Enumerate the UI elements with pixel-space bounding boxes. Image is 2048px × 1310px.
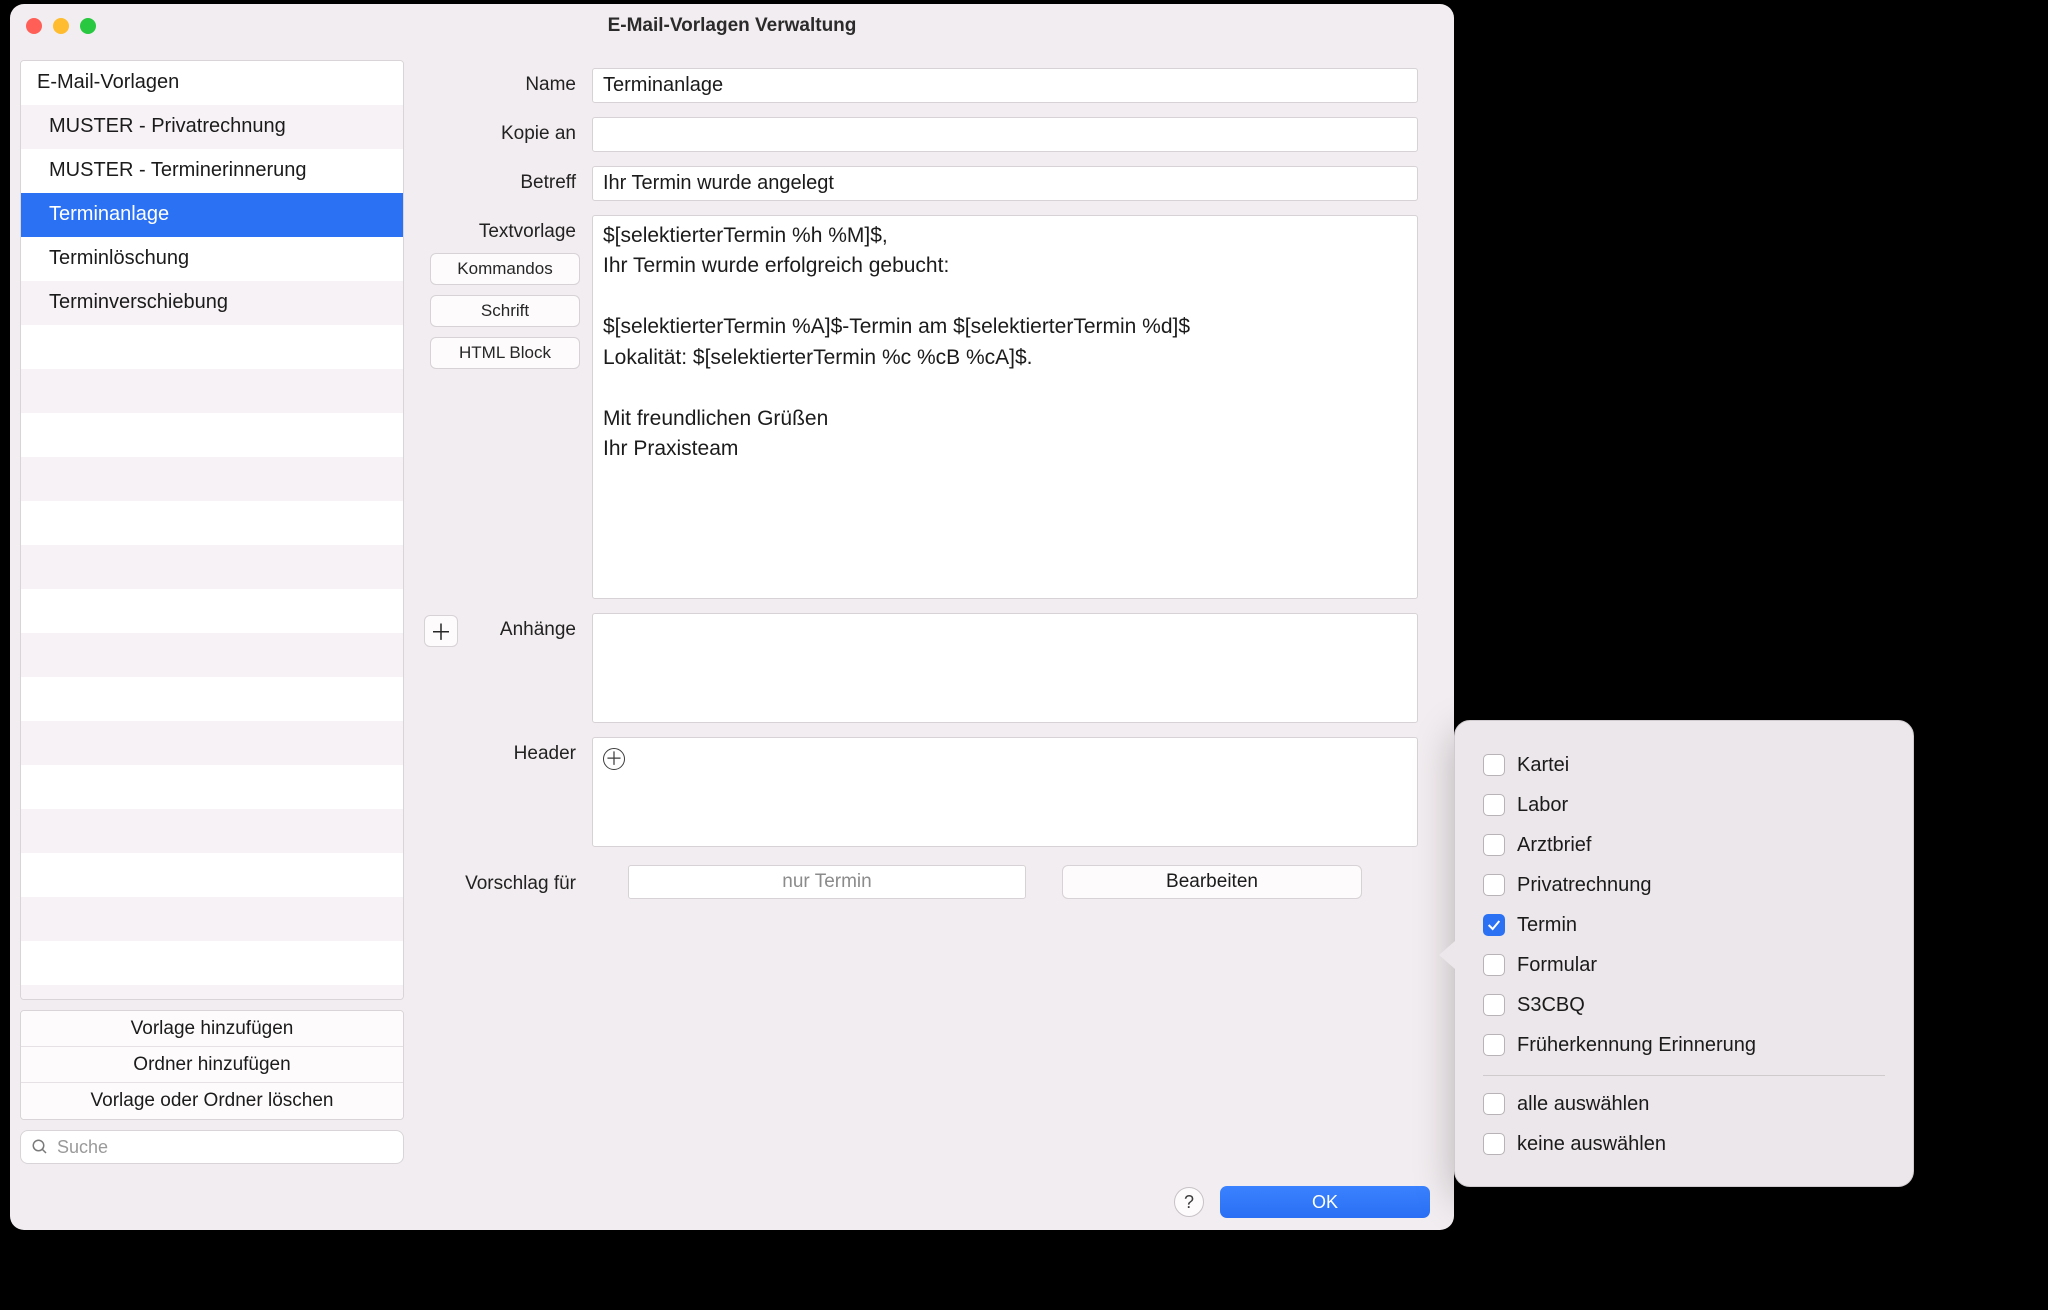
titlebar: E-Mail-Vorlagen Verwaltung <box>10 4 1454 48</box>
add-folder-button[interactable]: Ordner hinzufügen <box>21 1047 403 1083</box>
checkbox-row[interactable]: Früherkennung Erinnerung <box>1483 1025 1885 1065</box>
list-item[interactable]: Terminanlage <box>21 193 403 237</box>
checkbox-row[interactable]: Termin <box>1483 905 1885 945</box>
search-wrap <box>20 1130 404 1164</box>
checkbox-row[interactable]: Labor <box>1483 785 1885 825</box>
search-icon <box>31 1138 49 1156</box>
header-box[interactable]: ＋ <box>592 737 1418 847</box>
checkbox[interactable] <box>1483 1034 1505 1056</box>
list-item[interactable]: Terminverschiebung <box>21 281 403 325</box>
label-name: Name <box>424 68 592 96</box>
attachments-box[interactable] <box>592 613 1418 723</box>
name-field[interactable] <box>592 68 1418 103</box>
checkbox[interactable] <box>1483 954 1505 976</box>
main-window: E-Mail-Vorlagen Verwaltung E-Mail-Vorlag… <box>10 4 1454 1230</box>
checkbox-label: alle auswählen <box>1517 1093 1649 1116</box>
zoom-icon[interactable] <box>80 18 96 34</box>
traffic-lights <box>26 18 96 34</box>
label-suggest: Vorschlag für <box>424 869 592 895</box>
checkbox-row[interactable]: Privatrechnung <box>1483 865 1885 905</box>
bottom-bar: ? OK <box>10 1174 1454 1230</box>
checkbox[interactable] <box>1483 914 1505 936</box>
suggest-popover: Kartei Labor Arztbrief Privatrechnung Te… <box>1454 720 1914 1187</box>
help-button[interactable]: ? <box>1174 1187 1204 1217</box>
htmlblock-button[interactable]: HTML Block <box>430 337 580 369</box>
template-list: E-Mail-Vorlagen MUSTER - Privatrechnung … <box>20 60 404 1000</box>
commands-button[interactable]: Kommandos <box>430 253 580 285</box>
window-body: E-Mail-Vorlagen MUSTER - Privatrechnung … <box>10 48 1454 1174</box>
checkbox-label: keine auswählen <box>1517 1133 1666 1156</box>
checkbox[interactable] <box>1483 994 1505 1016</box>
search-field[interactable] <box>20 1130 404 1164</box>
close-icon[interactable] <box>26 18 42 34</box>
select-none-row[interactable]: keine auswählen <box>1483 1124 1885 1164</box>
list-item[interactable]: Terminlöschung <box>21 237 403 281</box>
checkbox[interactable] <box>1483 1093 1505 1115</box>
add-template-button[interactable]: Vorlage hinzufügen <box>21 1011 403 1047</box>
checkbox[interactable] <box>1483 874 1505 896</box>
checkbox-row[interactable]: Arztbrief <box>1483 825 1885 865</box>
sidebar: E-Mail-Vorlagen MUSTER - Privatrechnung … <box>10 48 414 1174</box>
copy-field[interactable] <box>592 117 1418 152</box>
label-copy: Kopie an <box>424 117 592 145</box>
checkbox-label: S3CBQ <box>1517 994 1585 1017</box>
label-template: Textvorlage <box>424 215 592 243</box>
checkbox-label: Labor <box>1517 794 1568 817</box>
checkbox-row[interactable]: S3CBQ <box>1483 985 1885 1025</box>
ok-button[interactable]: OK <box>1220 1186 1430 1218</box>
list-item[interactable]: MUSTER - Terminerinnerung <box>21 149 403 193</box>
checkbox-row[interactable]: Formular <box>1483 945 1885 985</box>
label-header: Header <box>424 737 592 765</box>
checkbox-label: Formular <box>1517 954 1597 977</box>
list-item[interactable]: MUSTER - Privatrechnung <box>21 105 403 149</box>
label-attachments: Anhänge <box>466 613 592 641</box>
template-textarea[interactable] <box>592 215 1418 599</box>
add-attachment-button[interactable]: ＋ <box>424 615 458 647</box>
checkbox[interactable] <box>1483 794 1505 816</box>
separator <box>1483 1075 1885 1076</box>
font-button[interactable]: Schrift <box>430 295 580 327</box>
window-title: E-Mail-Vorlagen Verwaltung <box>608 15 857 37</box>
checkbox[interactable] <box>1483 834 1505 856</box>
checkbox[interactable] <box>1483 1133 1505 1155</box>
checkbox-label: Termin <box>1517 914 1577 937</box>
select-all-row[interactable]: alle auswählen <box>1483 1084 1885 1124</box>
checkbox-label: Arztbrief <box>1517 834 1591 857</box>
checkbox-label: Kartei <box>1517 754 1569 777</box>
search-input[interactable] <box>57 1137 393 1158</box>
label-subject: Betreff <box>424 166 592 194</box>
minimize-icon[interactable] <box>53 18 69 34</box>
list-header[interactable]: E-Mail-Vorlagen <box>21 61 403 105</box>
checkbox[interactable] <box>1483 754 1505 776</box>
subject-field[interactable] <box>592 166 1418 201</box>
checkbox-row[interactable]: Kartei <box>1483 745 1885 785</box>
checkbox-label: Privatrechnung <box>1517 874 1652 897</box>
circle-plus-icon[interactable]: ＋ <box>603 748 625 770</box>
sidebar-actions: Vorlage hinzufügen Ordner hinzufügen Vor… <box>20 1010 404 1120</box>
suggest-value: nur Termin <box>628 865 1026 899</box>
list-filler <box>21 325 403 999</box>
delete-button[interactable]: Vorlage oder Ordner löschen <box>21 1083 403 1119</box>
checkbox-label: Früherkennung Erinnerung <box>1517 1034 1756 1057</box>
edit-button[interactable]: Bearbeiten <box>1062 865 1362 899</box>
form-area: Name Kopie an Betreff Textvorlage Komman… <box>414 48 1454 1174</box>
